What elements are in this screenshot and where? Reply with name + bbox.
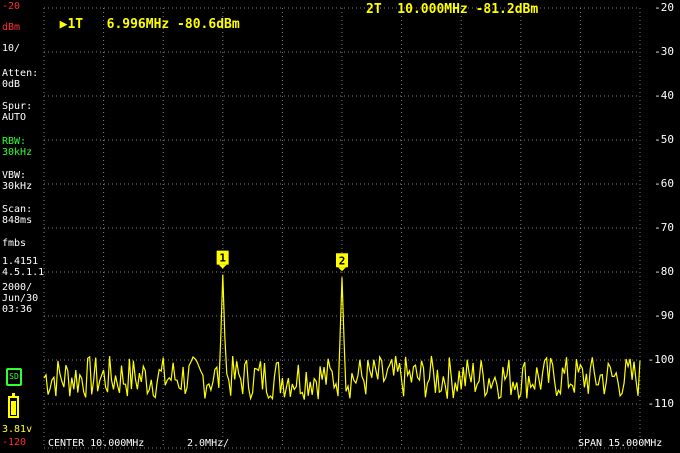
atten-label[interactable]: Atten: (2, 68, 38, 79)
spur-value: AUTO (2, 112, 27, 123)
y-label: -100 (647, 353, 675, 366)
battery-fill (11, 401, 16, 415)
spectrum-plot: 12 (43, 7, 641, 449)
date-year: 2000/ (2, 282, 33, 293)
unit-label: dBm (2, 22, 21, 33)
vbw-value: 30kHz (2, 181, 33, 192)
y-label: -40 (654, 89, 674, 102)
marker-2-readout[interactable]: 2T 10.000MHz -81.2dBm (366, 2, 538, 17)
sd-card-icon[interactable]: SD (6, 368, 22, 386)
marker-1-pointer (218, 264, 227, 269)
y-label: -30 (654, 45, 674, 58)
marker-1-readout[interactable]: ▶1T 6.996MHz -80.6dBm (44, 2, 240, 32)
marker-2-label: 2 (339, 254, 346, 267)
atten-value: 0dB (2, 79, 21, 90)
rbw-label[interactable]: RBW: (2, 136, 26, 147)
sidebar: -20 dBm 10/ Atten: 0dB Spur: AUTO RBW: 3… (0, 0, 44, 453)
y-label: -20 (654, 1, 674, 14)
y-label: -60 (654, 177, 674, 190)
marker-2-pointer (338, 267, 346, 272)
vbw-label[interactable]: VBW: (2, 170, 26, 181)
firmware-build: 4.5.1.1 (2, 267, 45, 278)
y-label: -90 (654, 309, 674, 322)
bottom-level: -120 (2, 437, 27, 448)
date-day: Jun/30 (2, 293, 39, 304)
y-label: -110 (647, 397, 675, 410)
y-label: -80 (654, 265, 674, 278)
sd-card-label: SD (9, 372, 19, 381)
battery-icon (8, 393, 19, 418)
scan-label[interactable]: Scan: (2, 204, 32, 215)
scan-value: 848ms (2, 215, 33, 226)
y-label: -50 (654, 133, 674, 146)
center-frequency[interactable]: CENTER 10.000MHz (48, 438, 144, 449)
ref-level: -20 (2, 1, 21, 12)
y-label: -70 (654, 221, 674, 234)
spur-label[interactable]: Spur: (2, 101, 32, 112)
marker-1-text: 1T 6.996MHz -80.6dBm (67, 17, 240, 32)
battery-voltage: 3.81v (2, 424, 33, 435)
per-division: 2.0MHz/ (187, 438, 230, 449)
firmware-name: fmbs (2, 238, 27, 249)
rbw-value: 30kHz (2, 147, 33, 158)
firmware-version: 1.4151 (2, 256, 39, 267)
span-frequency[interactable]: SPAN 15.000MHz (578, 438, 662, 449)
clock-time: 03:36 (2, 304, 33, 315)
scale-label[interactable]: 10/ (2, 43, 20, 54)
marker-1-label: 1 (219, 252, 226, 265)
